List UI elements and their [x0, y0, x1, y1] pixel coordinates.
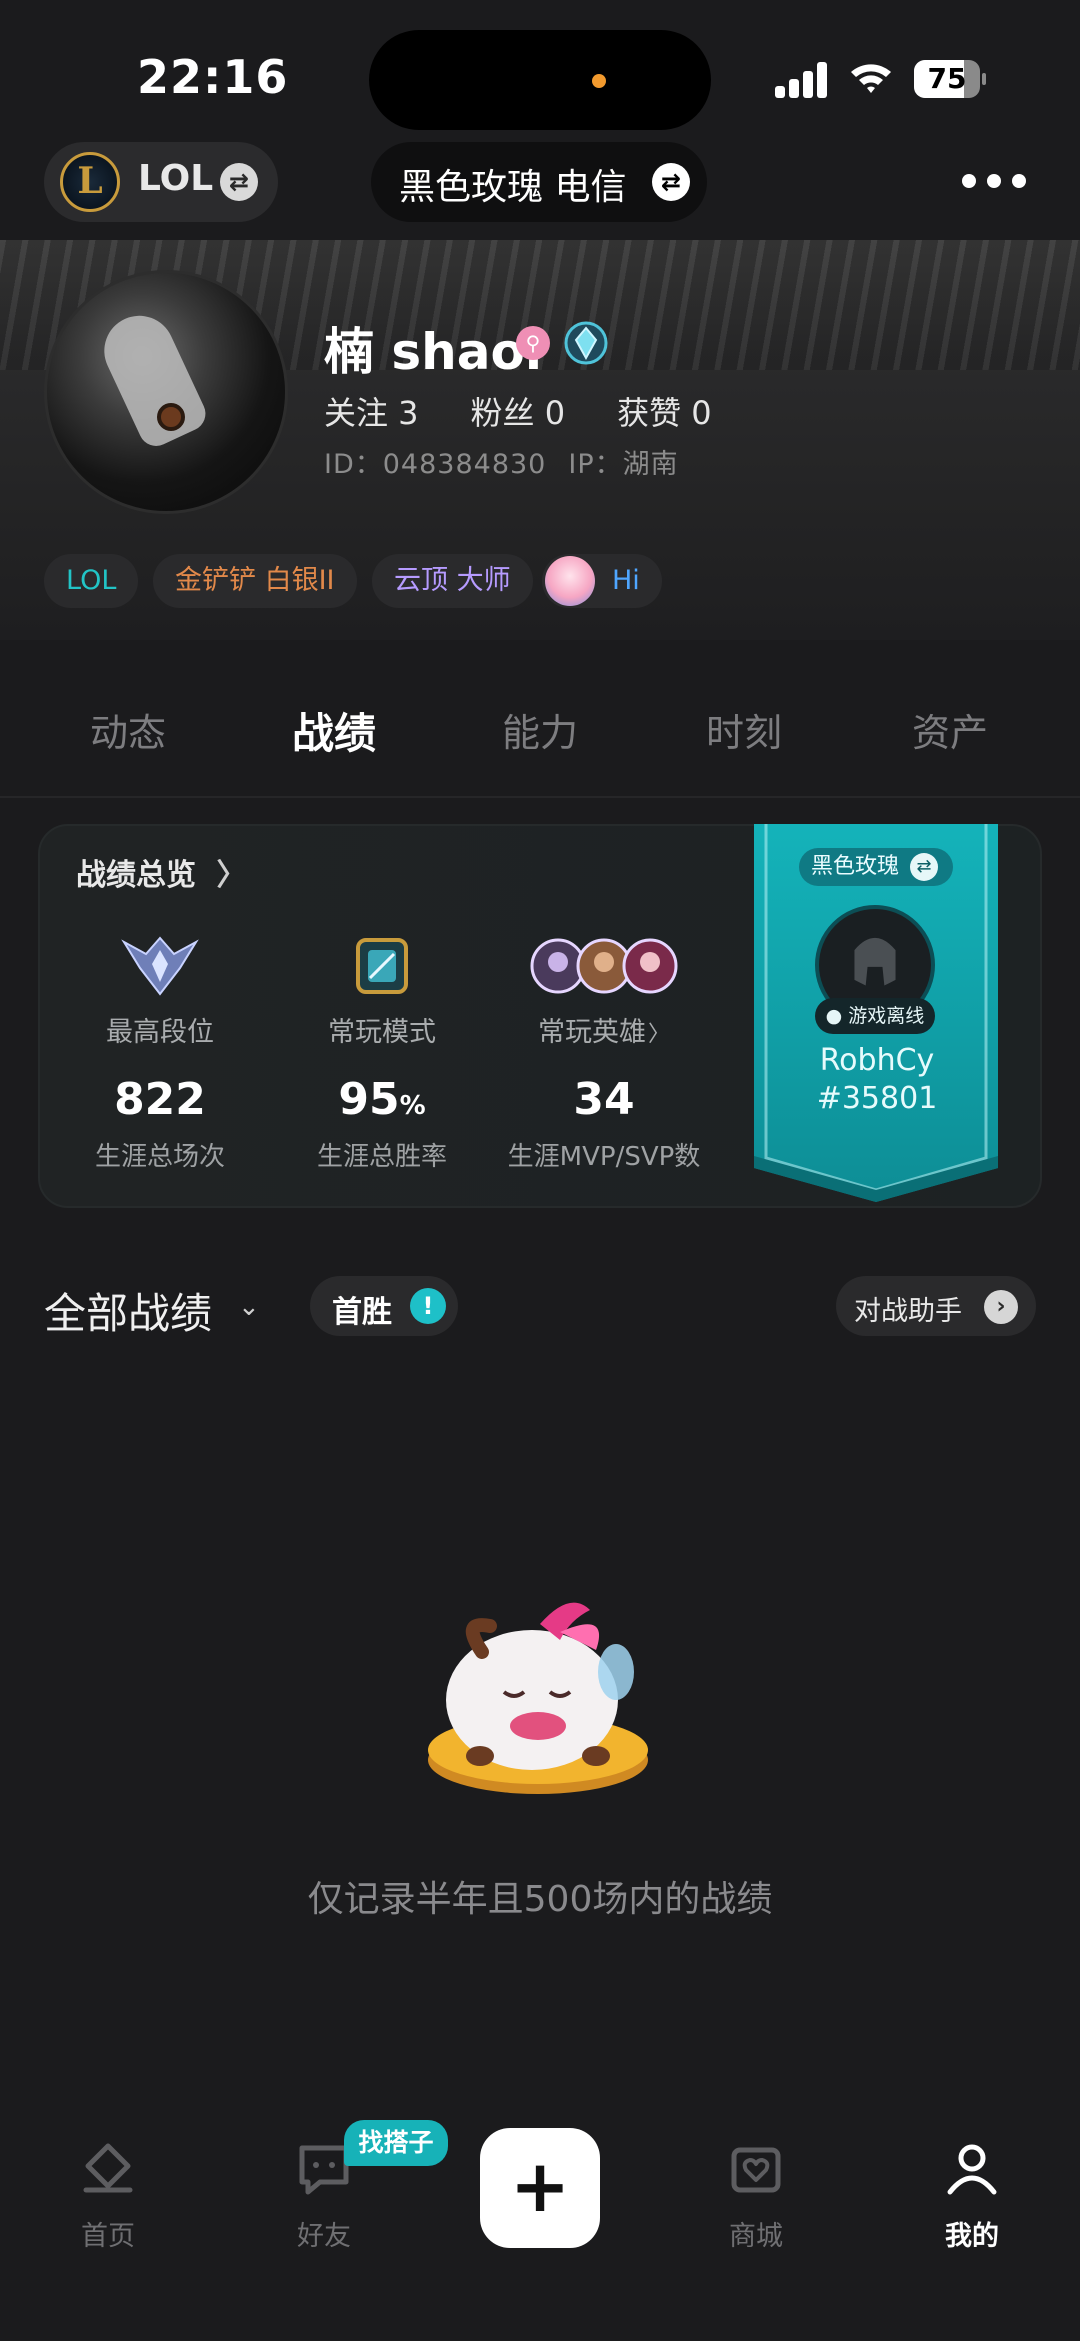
info-icon[interactable]: !: [410, 1288, 446, 1324]
nav-profile[interactable]: 我的: [892, 2136, 1052, 2253]
social-stats: 关注 3 粉丝 0 获赞 0: [324, 388, 764, 434]
profile-tag-lol[interactable]: LOL: [44, 554, 139, 608]
follow-count[interactable]: 关注 3: [324, 394, 419, 432]
chevron-right-icon: ›: [984, 1290, 1018, 1324]
banner-player-name: RobhCy #35801: [816, 1043, 938, 1116]
stat-label-frequent-mode: 常玩模式: [328, 1017, 436, 1048]
stat-value-win-rate: 95%: [338, 1074, 426, 1125]
overview-title[interactable]: 战绩总览 〉: [76, 850, 246, 894]
chevron-right-icon: 〉: [647, 1022, 670, 1047]
username: 楠 shaoi: [324, 323, 542, 381]
dynamic-island: [369, 30, 711, 130]
battery-level: 75: [927, 62, 967, 95]
lol-logo-icon: L: [60, 152, 120, 212]
poro-mascot-illustration: [428, 1602, 648, 1794]
champion-avatars-icon: [530, 938, 678, 994]
stat-sub-total-games: 生涯总场次: [94, 1142, 225, 1172]
profile-tag-tft[interactable]: 云顶 大师: [372, 554, 533, 608]
home-icon: [83, 2143, 133, 2193]
battle-assistant-label: 对战助手: [854, 1296, 962, 1327]
game-label: LOL: [138, 158, 214, 199]
tab-assets[interactable]: 资产: [912, 702, 988, 757]
nav-home[interactable]: 首页: [28, 2136, 188, 2253]
stat-label-frequent-champions[interactable]: 常玩英雄〉: [494, 1010, 714, 1049]
nav-friends-label: 好友: [297, 2221, 351, 2252]
tab-records[interactable]: 战绩: [292, 700, 376, 761]
profile-icon: [947, 2144, 997, 2195]
rank-gem-icon[interactable]: [563, 320, 609, 366]
mode-icon: [356, 938, 408, 994]
add-button[interactable]: +: [480, 2128, 600, 2248]
first-win-label: 首胜: [332, 1295, 392, 1330]
ip-location: IP：湖南: [568, 449, 679, 480]
nav-home-label: 首页: [81, 2221, 135, 2252]
nav-shop-label: 商城: [729, 2221, 783, 2252]
chevron-down-icon[interactable]: ⌄: [238, 1292, 260, 1322]
search-badge-icon[interactable]: ⚲: [516, 326, 550, 360]
wifi-icon: [851, 64, 891, 93]
likes-count[interactable]: 获赞 0: [617, 394, 712, 432]
more-options-icon[interactable]: [962, 174, 1026, 190]
switch-icon: ⇄: [910, 853, 939, 881]
user-id-line: ID：048384830 IP：湖南: [324, 442, 701, 481]
avatar[interactable]: [44, 270, 288, 514]
stat-sub-win-rate: 生涯总胜率: [316, 1142, 447, 1172]
fans-count[interactable]: 粉丝 0: [471, 394, 566, 432]
chevron-right-icon: 〉: [216, 858, 247, 893]
stat-label-highest-rank: 最高段位: [106, 1017, 214, 1048]
privacy-indicator-dot: [592, 74, 606, 88]
shop-icon: [731, 2147, 781, 2193]
server-label: 黑色玫瑰 电信: [399, 167, 627, 208]
stat-value-mvp: 34: [573, 1074, 635, 1125]
switch-icon: ⇄: [220, 163, 258, 201]
stat-sub-mvp: 生涯MVP/SVP数: [507, 1142, 701, 1172]
status-time: 22:16: [137, 50, 289, 104]
empty-state-message: 仅记录半年且500场内的战绩: [307, 1879, 773, 1920]
switch-icon: ⇄: [652, 163, 690, 201]
nav-profile-label: 我的: [945, 2221, 999, 2252]
all-records-filter[interactable]: 全部战绩: [44, 1280, 212, 1341]
user-id: ID：048384830: [324, 449, 547, 480]
battery-icon: 75: [914, 60, 986, 98]
hi-avatar-icon: [545, 556, 595, 606]
rank-crest-icon: [121, 936, 199, 996]
tab-moments[interactable]: 时刻: [706, 702, 782, 757]
find-partner-badge[interactable]: 找搭子: [344, 2120, 448, 2166]
stat-value-total-games: 822: [114, 1074, 206, 1125]
profile-tag-tft-mobile[interactable]: 金铲铲 白银II: [153, 554, 357, 608]
banner-server-tag[interactable]: 黑色玫瑰 ⇄: [799, 848, 953, 886]
tab-ability[interactable]: 能力: [502, 702, 578, 757]
offline-status: ● 游戏离线: [815, 998, 935, 1034]
cellular-signal-icon: [775, 62, 829, 98]
tab-feed[interactable]: 动态: [90, 702, 166, 757]
nav-shop[interactable]: 商城: [676, 2136, 836, 2253]
